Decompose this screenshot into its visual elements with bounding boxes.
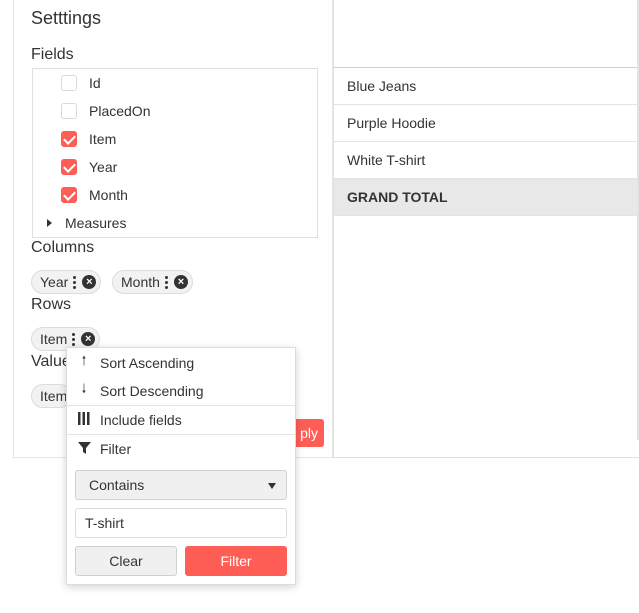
field-checkbox[interactable] xyxy=(61,159,77,175)
remove-icon[interactable]: × xyxy=(82,275,97,289)
clear-button[interactable]: Clear xyxy=(75,546,177,576)
field-label: Item xyxy=(89,131,117,147)
grand-total-row: GRAND TOTAL xyxy=(334,179,639,216)
pivot-grid: Blue Jeans Purple Hoodie White T-shirt G… xyxy=(333,0,639,458)
grand-total-label: GRAND TOTAL xyxy=(347,189,448,205)
field-checkbox[interactable] xyxy=(61,131,77,147)
arrow-up-icon: 🠑 xyxy=(81,353,87,368)
more-options-icon[interactable] xyxy=(72,332,76,346)
caret-down-icon xyxy=(268,483,276,489)
grid-row[interactable]: White T-shirt xyxy=(334,142,639,179)
values-label: Value xyxy=(31,353,71,370)
expand-arrow-icon[interactable] xyxy=(47,219,52,227)
row-header: Purple Hoodie xyxy=(347,115,436,131)
filter-value-input[interactable] xyxy=(75,508,287,538)
remove-icon[interactable]: × xyxy=(173,275,188,289)
field-context-menu: 🠑 Sort Ascending 🠓 Sort Descending Inclu… xyxy=(66,347,296,585)
filter-condition-select[interactable]: Contains xyxy=(75,470,287,500)
funnel-icon xyxy=(77,441,91,457)
column-chip-year[interactable]: Year × xyxy=(31,270,102,294)
columns-label: Columns xyxy=(31,239,95,256)
menu-item-label: Sort Ascending xyxy=(100,355,195,371)
arrow-down-icon: 🠓 xyxy=(81,381,87,396)
remove-icon[interactable]: × xyxy=(81,332,96,346)
settings-title: Setttings xyxy=(31,8,102,28)
more-options-icon[interactable] xyxy=(73,275,77,289)
menu-item-label: Sort Descending xyxy=(100,383,204,399)
row-header: White T-shirt xyxy=(347,152,426,168)
chip-label: Item xyxy=(40,388,68,404)
rows-label: Rows xyxy=(31,296,72,313)
chip-label: Year xyxy=(40,274,69,290)
menu-filter[interactable]: Filter xyxy=(67,435,295,463)
filter-button[interactable]: Filter xyxy=(185,546,287,576)
fields-label: Fields xyxy=(31,46,74,63)
menu-item-label: Filter xyxy=(100,441,132,457)
column-chip-month[interactable]: Month × xyxy=(112,270,193,294)
grid-header xyxy=(334,0,639,68)
field-label: Id xyxy=(89,75,101,91)
field-label: PlacedOn xyxy=(89,103,151,119)
columns-icon xyxy=(77,412,91,428)
chip-label: Item xyxy=(40,331,68,347)
fields-list: Id PlacedOn Item Year Month Measures xyxy=(32,68,318,238)
menu-sort-ascending[interactable]: 🠑 Sort Ascending xyxy=(67,349,295,377)
field-checkbox[interactable] xyxy=(61,75,77,91)
field-label: Year xyxy=(89,159,118,175)
menu-include-fields[interactable]: Include fields xyxy=(67,406,295,434)
measures-label: Measures xyxy=(65,215,127,231)
grid-row[interactable]: Blue Jeans xyxy=(334,68,639,105)
chip-label: Month xyxy=(121,274,160,290)
field-checkbox[interactable] xyxy=(61,187,77,203)
menu-item-label: Include fields xyxy=(100,412,182,428)
field-label: Month xyxy=(89,187,128,203)
more-options-icon[interactable] xyxy=(164,275,168,289)
grid-row[interactable]: Purple Hoodie xyxy=(334,105,639,142)
row-header: Blue Jeans xyxy=(347,78,417,94)
selected-condition: Contains xyxy=(89,477,145,493)
field-checkbox[interactable] xyxy=(61,103,77,119)
menu-sort-descending[interactable]: 🠓 Sort Descending xyxy=(67,377,295,405)
